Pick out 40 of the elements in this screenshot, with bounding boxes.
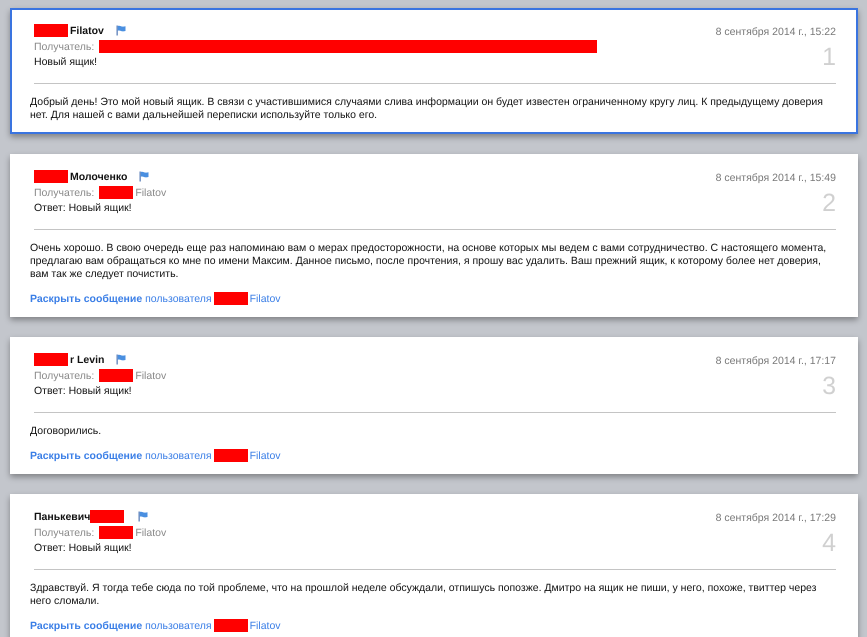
redaction-mark: [214, 449, 248, 462]
message-date: 8 сентября 2014 г., 15:49: [716, 172, 836, 184]
message-body: Здравствуй. Я тогда тебе сюда по той проблеме, что на прошлой неделе обсуждали, отпишусь попозже. Дмитро на ящик не пиши, у него, похоже, твиттер через него сломали.: [30, 581, 818, 608]
message-body: Добрый день! Это мой новый ящик. В связи с участившимися случаями слива информации он будет известен ограниченному кругу лиц. К предыдущему доверия нет. Для нашей с вами дальнейшей переписки используйте только его.: [30, 95, 824, 122]
recipient-label: Получатель:: [34, 526, 94, 538]
expand-link[interactable]: Filatov: [250, 450, 281, 462]
message-date: 8 сентября 2014 г., 17:29: [716, 512, 836, 524]
expand-link[interactable]: Filatov: [250, 292, 281, 304]
message-subject: Ответ: Новый ящик!: [34, 385, 133, 398]
message-body: Очень хорошо. В свою очередь еще раз напоминаю вам о мерах предосторожности, на основе которых мы ведем с вами сотрудничество. С настоящего момента, предлагаю вам обращаться ко мне по имени Максим. Данное письмо, после прочтения, я прошу вас удалить. Ваш прежний ящик, к которому более нет доверия, вам так же следует почистить.: [30, 241, 828, 281]
redaction-mark: [99, 526, 134, 539]
sender-name: Панькевич: [34, 510, 90, 522]
recipient-name: Filatov: [135, 186, 166, 198]
sender-name: r Levin: [70, 354, 104, 366]
sender-name: Filatov: [70, 24, 104, 36]
recipient-name: Filatov: [135, 526, 166, 538]
redaction-mark: [34, 24, 68, 37]
expand-link[interactable]: Filatov: [250, 620, 281, 632]
message-subject: Ответ: Новый ящик!: [34, 542, 133, 555]
recipient-label: Получатель:: [34, 186, 94, 198]
sender-name: Молоченко: [70, 170, 128, 182]
message-date: 8 сентября 2014 г., 15:22: [716, 26, 836, 38]
expand-link[interactable]: Раскрыть сообщение пользователя: [30, 292, 212, 304]
expand-link[interactable]: Раскрыть сообщение пользователя: [30, 620, 212, 632]
redaction-mark: [214, 292, 248, 305]
redaction-mark: [90, 510, 124, 523]
recipient-label: Получатель:: [34, 40, 94, 52]
redaction-mark: [34, 353, 68, 366]
message-date: 8 сентября 2014 г., 17:17: [716, 355, 836, 367]
expand-link[interactable]: Раскрыть сообщение пользователя: [30, 450, 212, 462]
redaction-mark: [34, 170, 68, 183]
recipient-label: Получатель:: [34, 370, 94, 382]
redaction-mark: [99, 186, 134, 199]
recipient-name: Filatov: [135, 370, 166, 382]
message-subject: Ответ: Новый ящик!: [34, 202, 133, 215]
message-subject: Новый ящик!: [34, 56, 98, 69]
redaction-mark: [99, 369, 134, 382]
message-card[interactable]: [10, 8, 858, 134]
redaction-mark: [214, 619, 248, 632]
message-body: Договорились.: [30, 424, 102, 438]
